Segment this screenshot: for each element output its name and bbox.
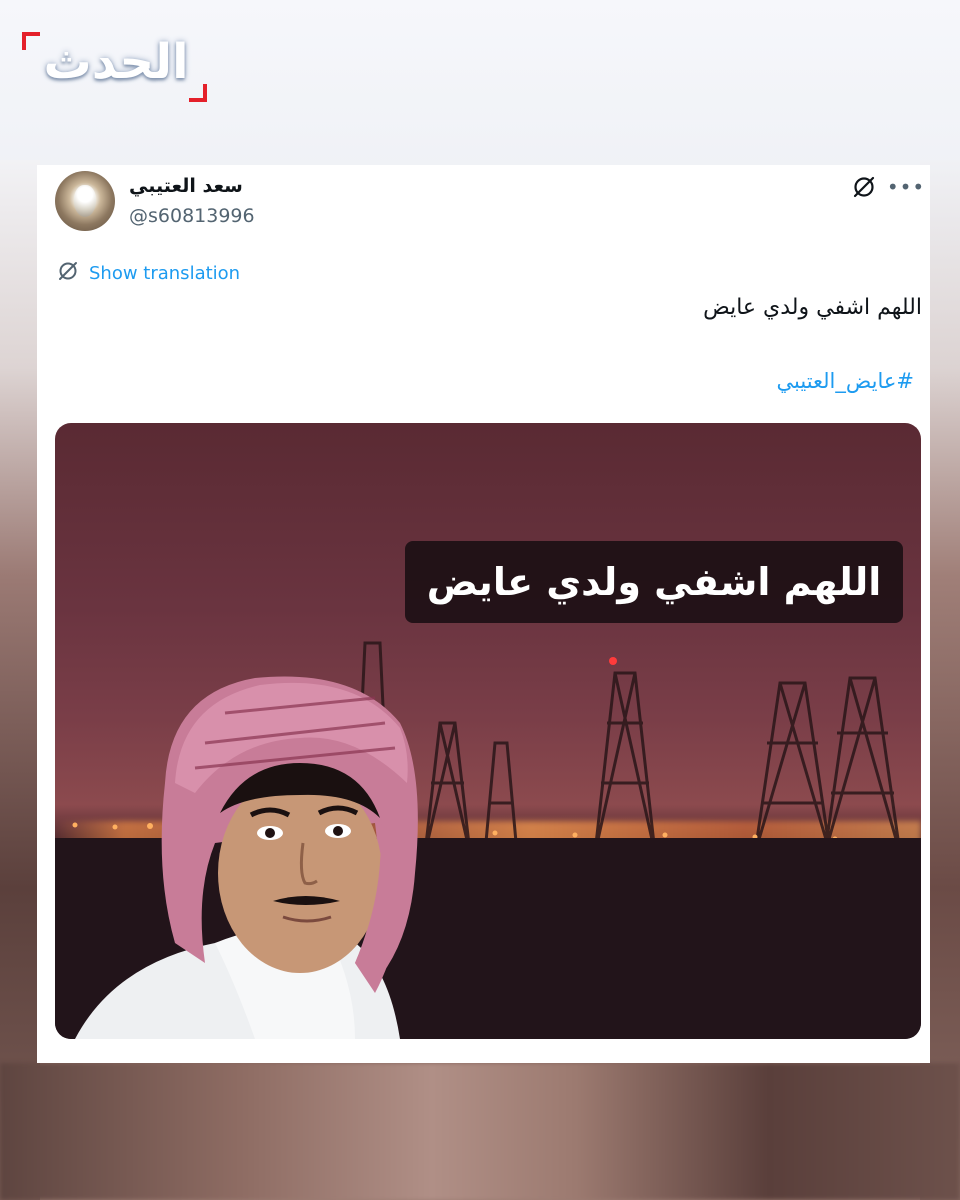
grok-icon[interactable] — [850, 173, 878, 201]
user-handle[interactable]: @s60813996 — [129, 205, 255, 227]
tweet-text: اللهم اشفي ولدي عايض — [703, 295, 922, 320]
translate-label[interactable]: Show translation — [89, 263, 240, 284]
background-blur-left — [0, 160, 40, 1200]
avatar[interactable] — [55, 171, 115, 231]
translate-icon — [57, 260, 79, 286]
tweet-card[interactable]: سعد العتيبي @s60813996 ••• Show translat… — [37, 165, 930, 1063]
brand-logo: الحدث — [22, 32, 207, 102]
tweet-actions-top: ••• — [850, 173, 924, 201]
hashtag-link[interactable]: #عايض_العتيبي — [777, 369, 914, 393]
background-blur-bottom — [0, 1063, 960, 1200]
tweet-media-image[interactable]: اللهم اشفي ولدي عايض — [55, 423, 921, 1039]
media-caption-text: اللهم اشفي ولدي عايض — [426, 560, 882, 604]
logo-text: الحدث — [43, 34, 189, 90]
media-caption-box: اللهم اشفي ولدي عايض — [405, 541, 903, 623]
person-selfie — [75, 676, 418, 1039]
display-name[interactable]: سعد العتيبي — [129, 175, 243, 197]
more-options-icon[interactable]: ••• — [887, 173, 924, 201]
show-translation-link[interactable]: Show translation — [57, 260, 240, 286]
